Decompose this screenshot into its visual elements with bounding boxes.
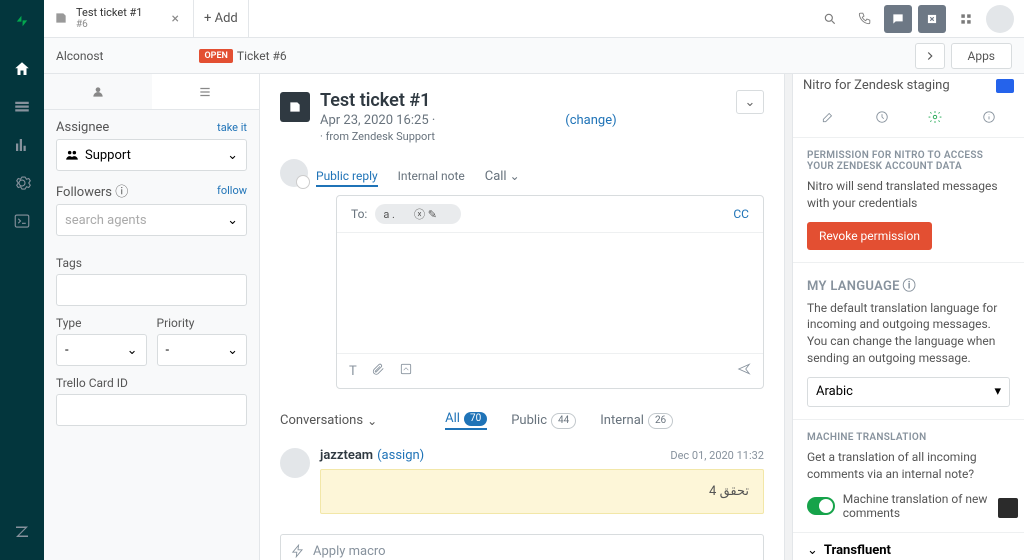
- mt-text: Get a translation of all incoming commen…: [807, 449, 1010, 483]
- trello-input[interactable]: [56, 394, 247, 426]
- ticket-id: Ticket #6: [237, 49, 287, 63]
- followers-input[interactable]: search agents⌄: [56, 204, 247, 236]
- ticket-title: Test ticket #1: [320, 90, 726, 111]
- talk-icon[interactable]: [918, 5, 946, 33]
- chevron-down-icon: ⌄: [807, 543, 818, 558]
- permission-text: Nitro will send translated messages with…: [807, 178, 1010, 212]
- follow-link[interactable]: follow: [217, 184, 247, 197]
- send-icon[interactable]: [737, 362, 751, 380]
- sidebar-tab-list-icon[interactable]: [152, 74, 260, 109]
- comment-time: Dec 01, 2020 11:32: [670, 449, 764, 462]
- reply-editor: To: a . ⓧ ✎ CC T: [336, 195, 764, 389]
- scroll-gutter[interactable]: [784, 74, 792, 560]
- app-tab-info-icon[interactable]: [979, 107, 999, 127]
- tags-label: Tags: [56, 256, 247, 270]
- tab-title: Test ticket #1: [76, 7, 142, 19]
- comment-author[interactable]: jazzteam: [320, 448, 373, 463]
- attachment-icon[interactable]: [371, 362, 385, 380]
- conversations-dropdown[interactable]: Conversations ⌄: [280, 413, 377, 428]
- tab-sub: #6: [76, 19, 142, 30]
- permission-heading: PERMISSION FOR NITRO TO ACCESS YOUR ZEND…: [807, 150, 1010, 172]
- app-tab-history-icon[interactable]: [872, 107, 892, 127]
- revoke-button[interactable]: Revoke permission: [807, 222, 932, 250]
- nav-home-icon[interactable]: [0, 50, 44, 88]
- status-badge: OPEN: [199, 49, 232, 63]
- app-tab-compose-icon[interactable]: [818, 107, 838, 127]
- filter-all[interactable]: All70: [445, 411, 487, 430]
- change-requester-link[interactable]: (change): [565, 113, 616, 128]
- call-tab[interactable]: Call ⌄: [485, 167, 520, 187]
- chevron-down-icon: ⌄: [227, 148, 238, 163]
- zendesk-z-icon[interactable]: [0, 512, 44, 550]
- commenter-avatar: [280, 448, 310, 478]
- assign-link[interactable]: (assign): [377, 448, 424, 463]
- recipient-chip[interactable]: a . ⓧ ✎: [375, 204, 461, 224]
- mt-toggle-label: Machine translation of new comments: [843, 492, 1010, 520]
- next-ticket-button[interactable]: [915, 43, 945, 69]
- to-label: To:: [351, 207, 367, 221]
- org-name[interactable]: Alconost: [56, 49, 103, 63]
- internal-note-tab[interactable]: Internal note: [398, 167, 465, 187]
- ticket-actions-dropdown[interactable]: ⌄: [736, 90, 764, 114]
- search-icon[interactable]: [816, 5, 844, 33]
- emoji-icon[interactable]: [399, 362, 413, 380]
- zendesk-logo-icon[interactable]: [9, 8, 35, 34]
- corner-widget-icon[interactable]: [998, 498, 1018, 518]
- close-icon[interactable]: ×: [168, 11, 183, 27]
- ticket-center: Test ticket #1 Apr 23, 2020 16:25 ·(chan…: [260, 74, 784, 560]
- priority-label: Priority: [157, 316, 248, 330]
- ticket-icon: [54, 11, 70, 27]
- type-label: Type: [56, 316, 147, 330]
- followers-label: Followers ⓘ: [56, 181, 128, 200]
- trello-label: Trello Card ID: [56, 376, 247, 390]
- comment-body: تحقق 4: [320, 469, 764, 514]
- assignee-select[interactable]: Support⌄: [56, 139, 247, 171]
- public-reply-tab[interactable]: Public reply: [316, 167, 378, 187]
- take-it-link[interactable]: take it: [217, 121, 247, 134]
- comment-row: jazzteam (assign) Dec 01, 2020 11:32 تحق…: [260, 438, 784, 524]
- agent-avatar: [280, 159, 308, 187]
- chat-icon[interactable]: [884, 5, 912, 33]
- language-text: The default translation language for inc…: [807, 300, 1010, 367]
- apps-grid-icon[interactable]: [952, 5, 980, 33]
- transfluent-section[interactable]: ⌄Transfluent: [793, 533, 1024, 560]
- ticket-sidebar: Assignee take it Support⌄ Followers ⓘ foll…: [44, 74, 260, 560]
- app-tab-settings-icon[interactable]: [925, 107, 945, 127]
- nav-reports-icon[interactable]: [0, 126, 44, 164]
- app-title: Nitro for Zendesk staging: [803, 78, 950, 93]
- language-heading: MY LANGUAGE ⓘ: [807, 275, 1010, 294]
- phone-icon[interactable]: [850, 5, 878, 33]
- assignee-label: Assignee: [56, 120, 109, 135]
- cc-button[interactable]: CC: [733, 207, 749, 221]
- mt-toggle[interactable]: [807, 497, 835, 515]
- tabs-row: Test ticket #1 #6 × + Add: [44, 0, 1024, 38]
- user-avatar[interactable]: [986, 5, 1014, 33]
- reply-textarea[interactable]: [337, 233, 763, 353]
- breadcrumb: Alconost OPEN Ticket #6 Apps: [44, 38, 1024, 74]
- type-select[interactable]: -⌄: [56, 334, 147, 366]
- nav-views-icon[interactable]: [0, 88, 44, 126]
- tags-input[interactable]: [56, 274, 247, 306]
- filter-public[interactable]: Public44: [511, 413, 576, 429]
- mt-heading: MACHINE TRANSLATION: [807, 432, 1010, 443]
- apps-button[interactable]: Apps: [951, 43, 1013, 69]
- sidebar-tab-user-icon[interactable]: [44, 74, 152, 109]
- priority-select[interactable]: -⌄: [157, 334, 248, 366]
- ticket-type-icon: [280, 92, 310, 122]
- ticket-tab[interactable]: Test ticket #1 #6 ×: [44, 0, 194, 37]
- filter-internal[interactable]: Internal26: [600, 413, 673, 429]
- nav-console-icon[interactable]: [0, 202, 44, 240]
- language-select[interactable]: Arabic▾: [807, 377, 1010, 407]
- main-column: Test ticket #1 #6 × + Add Alconost OPEN …: [44, 0, 1024, 560]
- text-format-icon[interactable]: T: [349, 364, 357, 379]
- app-badge-icon: [996, 79, 1014, 93]
- add-tab[interactable]: + Add: [194, 0, 249, 37]
- left-rail: [0, 0, 44, 560]
- apps-panel: Nitro for Zendesk staging PERMISSION FOR…: [792, 74, 1024, 560]
- macro-select[interactable]: Apply macro: [280, 534, 764, 560]
- nav-admin-icon[interactable]: [0, 164, 44, 202]
